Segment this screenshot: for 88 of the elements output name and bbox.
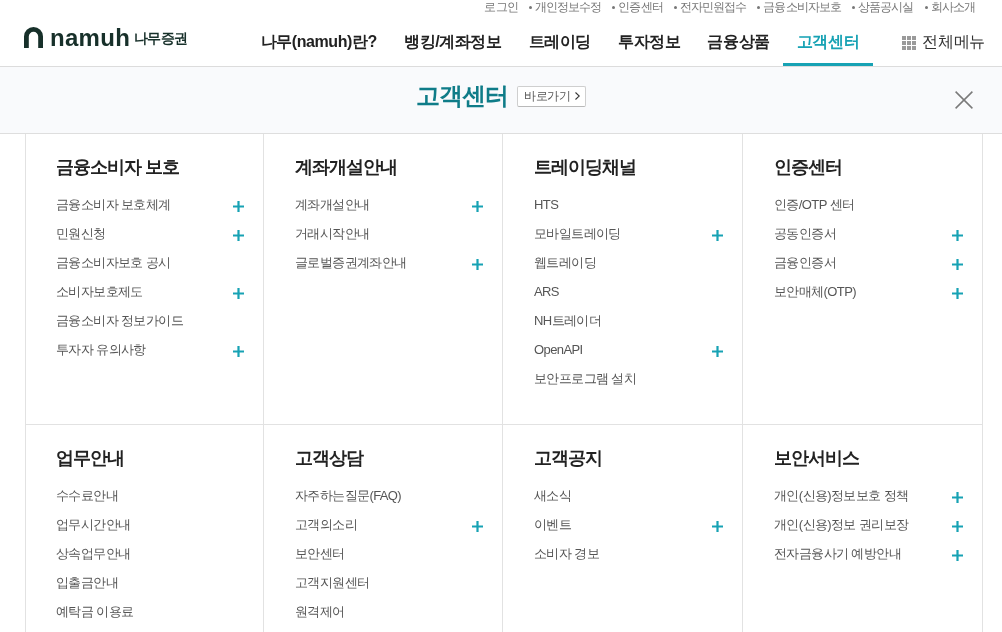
nav-link[interactable]: 투자정보 <box>604 16 694 66</box>
section-heading: 트레이딩채널 <box>534 156 636 179</box>
menu-link[interactable]: OpenAPI <box>534 341 583 358</box>
menu-link[interactable]: 보안매체(OTP) <box>774 283 856 300</box>
utility-link[interactable]: 인증센터 <box>618 0 663 14</box>
menu-link[interactable]: 업무시간안내 <box>56 516 131 533</box>
menu-link[interactable]: 입출금안내 <box>56 574 118 591</box>
nav-link[interactable]: 트레이딩 <box>515 16 605 66</box>
plus-icon[interactable] <box>233 287 244 299</box>
menu-link[interactable]: 인증/OTP 센터 <box>774 196 855 213</box>
menu-link[interactable]: 금융소비자보호 공시 <box>56 254 171 271</box>
bullet-dot-icon <box>852 5 856 9</box>
utility-link[interactable]: 회사소개 <box>930 0 975 14</box>
section-heading: 업무안내 <box>56 447 124 470</box>
plus-icon[interactable] <box>952 229 963 241</box>
menu-link[interactable]: 공동인증서 <box>774 225 836 242</box>
nav-link[interactable]: 금융상품 <box>693 16 784 66</box>
section-heading: 고객상담 <box>295 447 363 470</box>
menu-link[interactable]: 고객의소리 <box>295 516 357 533</box>
close-button[interactable] <box>955 91 973 109</box>
menu-link[interactable]: 금융소비자 보호체계 <box>56 196 171 213</box>
menu-link[interactable]: 소비자보호제도 <box>56 283 143 300</box>
bullet-dot-icon <box>612 5 616 9</box>
bullet-dot-icon <box>924 5 928 9</box>
bullet-dot-icon <box>528 5 532 9</box>
menu-link[interactable]: 수수료안내 <box>56 487 118 504</box>
menu-link[interactable]: 원격제어 <box>295 603 345 620</box>
menu-link[interactable]: 개인(신용)정보보호 정책 <box>774 487 909 504</box>
menu-link[interactable]: 민원신청 <box>56 225 106 242</box>
menu-link[interactable]: 웹트레이딩 <box>534 254 596 271</box>
grid-icon <box>902 35 917 50</box>
menu-link[interactable]: 글로벌증권계좌안내 <box>295 254 407 271</box>
menu-link[interactable]: ARS <box>534 283 559 300</box>
menu-link[interactable]: 거래시작안내 <box>295 225 370 242</box>
bullet-dot-icon <box>673 5 677 9</box>
plus-icon[interactable] <box>233 345 244 357</box>
plus-icon[interactable] <box>952 491 963 503</box>
plus-icon[interactable] <box>952 520 963 532</box>
close-icon <box>955 91 973 109</box>
plus-icon[interactable] <box>233 200 244 212</box>
menu-link[interactable]: HTS <box>534 196 559 213</box>
section-heading: 고객공지 <box>534 447 602 470</box>
utility-link[interactable]: 개인정보수정 <box>534 0 602 14</box>
logo-icon <box>24 27 43 48</box>
logo-wordmark: namuh <box>50 25 131 50</box>
menu-link[interactable]: 금융인증서 <box>774 254 836 271</box>
menu-link[interactable]: 전자금융사기 예방안내 <box>774 545 901 562</box>
section-heading: 계좌개설안내 <box>295 156 397 179</box>
utility-link[interactable]: 금융소비자보호 <box>763 0 842 14</box>
all-menu-button[interactable]: 전체메뉴 <box>902 16 985 66</box>
menu-link[interactable]: 투자자 유의사항 <box>56 341 146 358</box>
menu-link[interactable]: 자주하는질문(FAQ) <box>295 487 402 504</box>
menu-link[interactable]: 예탁금 이용료 <box>56 603 134 620</box>
menu-link[interactable]: 이벤트 <box>534 516 572 533</box>
section-heading: 보안서비스 <box>774 447 859 470</box>
menu-link[interactable]: 모바일트레이딩 <box>534 225 621 242</box>
nav-link[interactable]: 뱅킹/계좌정보 <box>390 16 516 66</box>
section-heading: 금융소비자 보호 <box>56 156 179 179</box>
section-heading: 인증센터 <box>774 156 842 179</box>
utility-link[interactable]: 전자민원접수 <box>679 0 747 14</box>
menu-link[interactable]: 소비자 경보 <box>534 545 599 562</box>
utility-link[interactable]: 상품공시실 <box>858 0 914 14</box>
menu-link[interactable]: 상속업무안내 <box>56 545 131 562</box>
logo-text: 나무증권 <box>134 28 187 48</box>
plus-icon[interactable] <box>712 520 723 532</box>
menu-link[interactable]: 고객지원센터 <box>295 574 370 591</box>
menu-link[interactable]: 개인(신용)정보 권리보장 <box>774 516 909 533</box>
plus-icon[interactable] <box>472 258 483 270</box>
plus-icon[interactable] <box>472 200 483 212</box>
menu-link[interactable]: 계좌개설안내 <box>295 196 370 213</box>
shortcut-button[interactable]: 바로가기 <box>517 85 586 107</box>
chevron-right-icon <box>574 92 580 100</box>
menu-link[interactable]: 금융소비자 정보가이드 <box>56 312 183 329</box>
menu-link[interactable]: 보안프로그램 설치 <box>534 370 637 387</box>
plus-icon[interactable] <box>712 345 723 357</box>
menu-link[interactable]: 보안센터 <box>295 545 345 562</box>
plus-icon[interactable] <box>712 229 723 241</box>
plus-icon[interactable] <box>233 229 244 241</box>
page-title: 고객센터 <box>416 81 509 111</box>
plus-icon[interactable] <box>472 520 483 532</box>
plus-icon[interactable] <box>952 258 963 270</box>
menu-link[interactable]: 새소식 <box>534 487 572 504</box>
menu-link[interactable]: NH트레이더 <box>534 312 602 329</box>
plus-icon[interactable] <box>952 549 963 561</box>
utility-link[interactable]: 로그인 <box>484 0 518 14</box>
nav-link[interactable]: 나무(namuh)란? <box>247 16 391 66</box>
plus-icon[interactable] <box>952 287 963 299</box>
bullet-dot-icon <box>757 5 761 9</box>
